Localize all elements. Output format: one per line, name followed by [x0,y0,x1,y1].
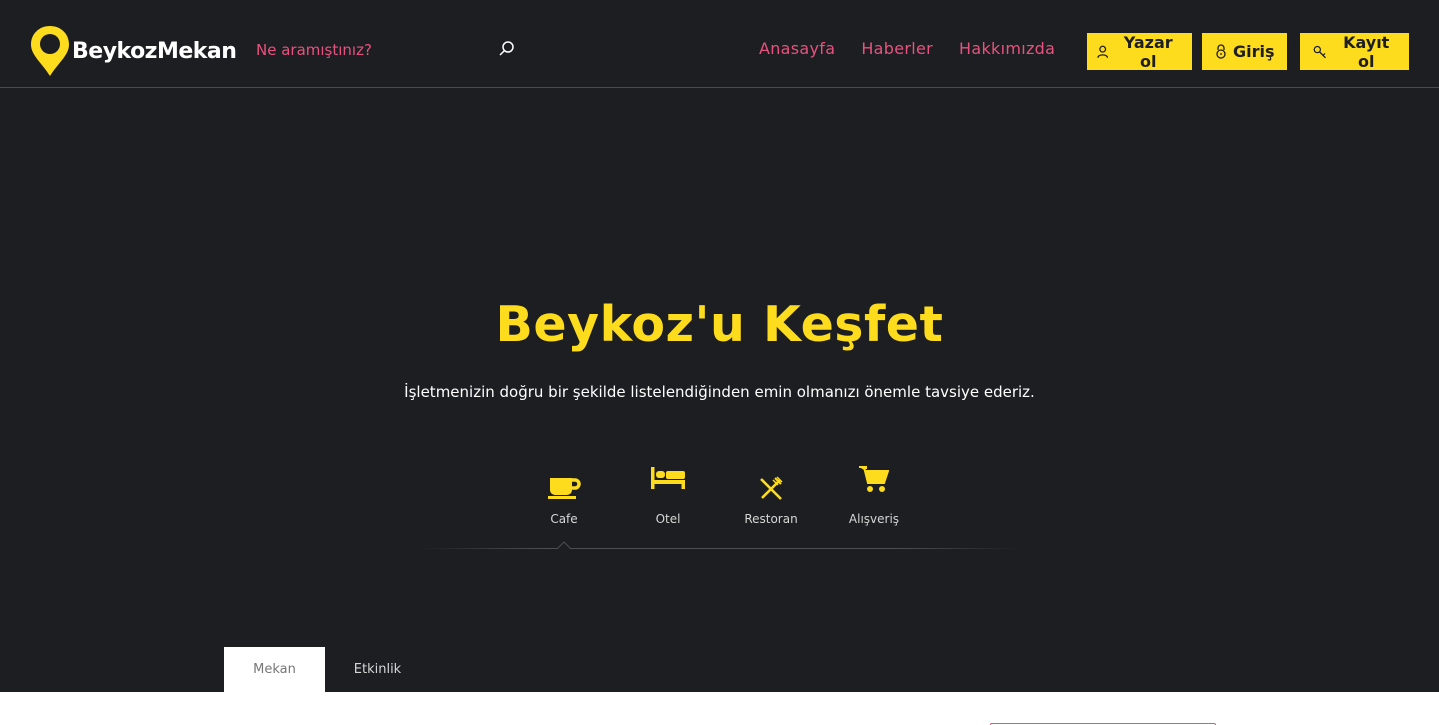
login-button[interactable]: Giriş [1202,33,1287,70]
shopping-cart-icon [859,466,889,492]
key-icon [1313,45,1326,58]
logo[interactable]: BeykozMekan [30,25,237,77]
hero-title: Beykoz'u Keşfet [495,296,944,353]
category-otel[interactable]: Otel [623,465,713,526]
hero-subtitle: İşletmenizin doğru bir şekilde listelend… [404,383,1035,401]
category-label: Cafe [550,512,578,526]
category-alisveris[interactable]: Alışveriş [829,465,919,526]
coffee-cup-icon [548,478,581,499]
search-panel [0,692,1439,725]
main-nav: Anasayfa Haberler Hakkımızda [759,39,1055,58]
category-restoran[interactable]: Restoran [726,465,816,526]
site-header: BeykozMekan Anasayfa Haberler Hakkımızda… [0,0,1439,88]
tab-mekan[interactable]: Mekan [224,647,325,692]
search-input[interactable] [256,38,486,62]
bed-icon [651,467,685,489]
register-button-label: Kayıt ol [1343,32,1390,71]
user-icon [1097,45,1109,58]
nav-link-hakkimizda[interactable]: Hakkımızda [959,39,1055,58]
lock-icon [1216,44,1226,59]
fork-knife-icon [760,476,783,500]
nav-link-haberler[interactable]: Haberler [861,39,933,58]
nav-link-anasayfa[interactable]: Anasayfa [759,39,835,58]
tab-etkinlik[interactable]: Etkinlik [325,647,430,692]
writer-button[interactable]: Yazar ol [1087,32,1192,71]
category-cafe[interactable]: Cafe [519,465,609,526]
category-label: Restoran [744,512,798,526]
search-icon[interactable] [498,40,518,60]
search-bar [256,38,518,62]
active-category-caret [557,541,571,549]
writer-button-label: Yazar ol [1123,32,1173,71]
register-button[interactable]: Kayıt ol [1300,32,1409,71]
login-button-label: Giriş [1233,42,1275,61]
category-label: Alışveriş [848,512,900,526]
category-divider [420,548,1020,549]
logo-text: BeykozMekan [72,38,237,64]
location-pin-icon [30,25,70,77]
category-label: Otel [655,512,681,526]
